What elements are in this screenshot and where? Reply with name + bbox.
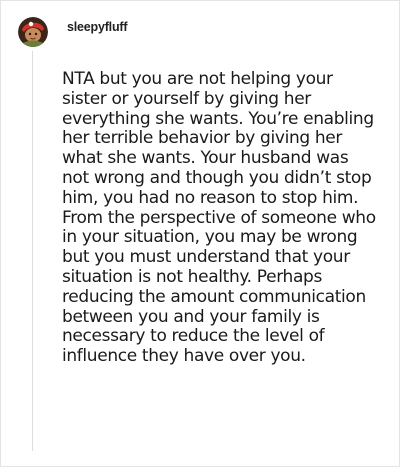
username-link[interactable]: sleepyfluff xyxy=(67,20,128,34)
cartoon-character-avatar-icon[interactable] xyxy=(18,17,48,47)
comment-header: sleepyfluff xyxy=(18,15,128,49)
comment-body-text: NTA but you are not helping your sister … xyxy=(62,69,376,367)
thread-line xyxy=(32,51,33,451)
comment-card: sleepyfluff NTA but you are not helping … xyxy=(0,0,400,467)
